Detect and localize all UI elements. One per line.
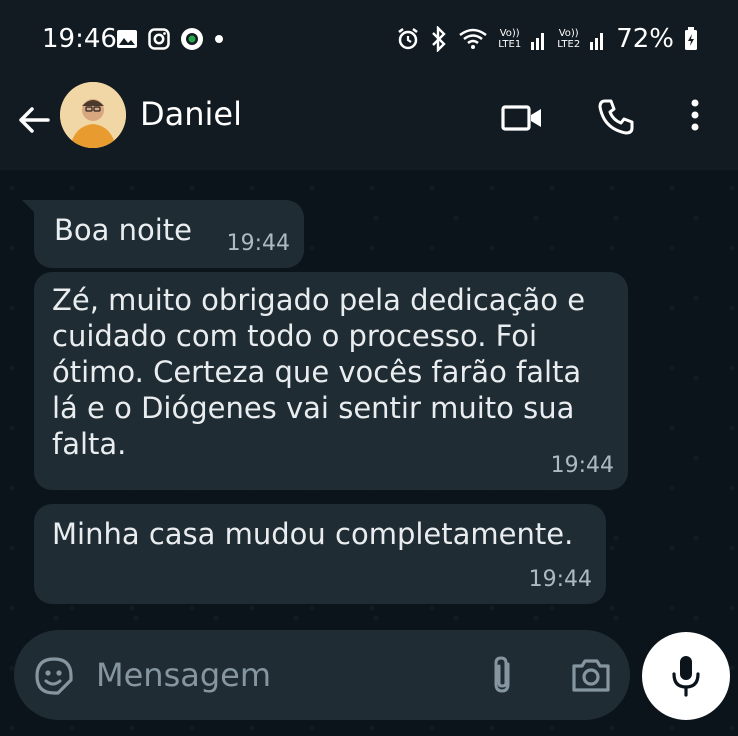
avatar[interactable] xyxy=(60,82,126,148)
lte1-label: LTE1 xyxy=(498,39,522,50)
chat-header: Daniel xyxy=(0,80,738,170)
message-time: 19:44 xyxy=(550,453,614,478)
message-input[interactable]: Mensagem xyxy=(96,656,271,694)
volte-lte2-icon: Vo)) LTE2 xyxy=(557,28,580,50)
signal-icon xyxy=(531,33,545,50)
status-bar: 19:46 Vo)) LTE1 Vo)) LTE2 72% xyxy=(0,0,738,80)
message-text: Minha casa mudou completamente. xyxy=(52,517,574,551)
alarm-icon xyxy=(398,28,418,50)
message-bubble[interactable]: Boa noite 19:44 xyxy=(22,200,304,268)
phone-call-icon[interactable] xyxy=(596,97,636,137)
video-call-icon[interactable] xyxy=(500,100,544,136)
status-left-icons xyxy=(116,27,224,51)
battery-percentage: 72% xyxy=(616,24,674,54)
contact-name[interactable]: Daniel xyxy=(140,95,242,133)
message-time: 19:44 xyxy=(226,231,290,256)
sticker-icon[interactable] xyxy=(34,656,74,696)
app-icon xyxy=(181,28,203,50)
instagram-icon xyxy=(148,28,170,50)
volte1-label: Vo)) xyxy=(499,28,520,39)
camera-icon[interactable] xyxy=(570,656,612,694)
bluetooth-icon xyxy=(432,26,446,52)
signal-icon xyxy=(590,33,604,50)
message-text: Boa noite xyxy=(54,213,193,247)
message-text: Zé, muito obrigado pela dedicação e cuid… xyxy=(52,283,586,461)
status-time: 19:46 xyxy=(42,24,117,54)
mic-button[interactable] xyxy=(642,632,730,720)
wifi-icon xyxy=(459,28,487,49)
back-arrow-icon[interactable] xyxy=(14,100,54,140)
message-input-bar[interactable]: Mensagem xyxy=(14,630,630,720)
mic-icon xyxy=(672,656,700,697)
avatar-photo-icon xyxy=(60,82,126,148)
status-right-icons: Vo)) LTE1 Vo)) LTE2 72% xyxy=(396,24,698,54)
bubble-tail xyxy=(22,200,36,214)
volte2-label: Vo)) xyxy=(558,28,579,39)
volte-lte1-icon: Vo)) LTE1 xyxy=(498,28,521,50)
battery-icon xyxy=(685,27,697,50)
gallery-icon xyxy=(117,30,137,48)
dot-icon xyxy=(215,35,223,43)
lte2-label: LTE2 xyxy=(557,39,581,50)
more-options-icon[interactable] xyxy=(685,97,705,137)
message-bubble[interactable]: Zé, muito obrigado pela dedicação e cuid… xyxy=(34,272,628,490)
message-time: 19:44 xyxy=(528,567,592,592)
attach-icon[interactable] xyxy=(488,654,518,696)
message-bubble[interactable]: Minha casa mudou completamente. 19:44 xyxy=(34,504,606,604)
